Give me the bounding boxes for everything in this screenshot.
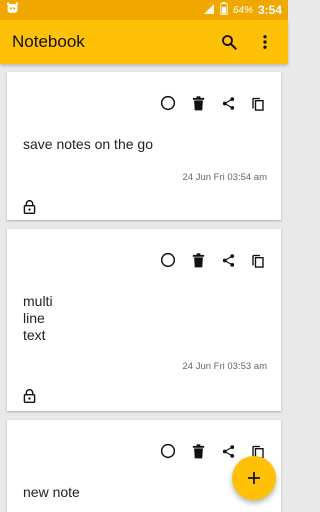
note-actions — [157, 92, 269, 114]
lock-icon[interactable] — [23, 200, 37, 215]
overflow-menu-icon[interactable] — [254, 31, 276, 53]
notification-app-icon — [6, 2, 19, 18]
search-icon[interactable] — [218, 31, 240, 53]
note-text: multi line text — [23, 293, 53, 343]
note-card[interactable]: save notes on the go 24 Jun Fri 03:54 am — [7, 72, 281, 220]
signal-icon — [203, 3, 215, 18]
status-bar: 64% 3:54 — [0, 0, 288, 20]
clock: 3:54 — [257, 3, 282, 17]
app-bar: Notebook — [0, 20, 288, 64]
add-note-button[interactable] — [232, 456, 276, 500]
battery-icon — [220, 2, 228, 18]
copy-icon[interactable] — [247, 92, 269, 114]
note-text: save notes on the go — [23, 136, 153, 152]
copy-icon[interactable] — [247, 249, 269, 271]
delete-icon[interactable] — [187, 440, 209, 462]
circle-select-icon[interactable] — [157, 92, 179, 114]
delete-icon[interactable] — [187, 249, 209, 271]
note-text: new note — [23, 484, 80, 500]
battery-percent: 64% — [232, 4, 253, 16]
note-date: 24 Jun Fri 03:53 am — [182, 361, 268, 372]
circle-select-icon[interactable] — [157, 249, 179, 271]
notes-list[interactable]: save notes on the go 24 Jun Fri 03:54 am… — [0, 64, 288, 512]
note-actions — [157, 249, 269, 271]
circle-select-icon[interactable] — [157, 440, 179, 462]
share-icon[interactable] — [217, 440, 239, 462]
share-icon[interactable] — [217, 249, 239, 271]
plus-icon — [248, 472, 260, 484]
note-date: 24 Jun Fri 03:54 am — [182, 172, 268, 183]
lock-icon[interactable] — [23, 389, 37, 404]
delete-icon[interactable] — [187, 92, 209, 114]
app-title: Notebook — [12, 32, 85, 51]
share-icon[interactable] — [217, 92, 239, 114]
note-card[interactable]: multi line text 24 Jun Fri 03:53 am — [7, 229, 281, 411]
